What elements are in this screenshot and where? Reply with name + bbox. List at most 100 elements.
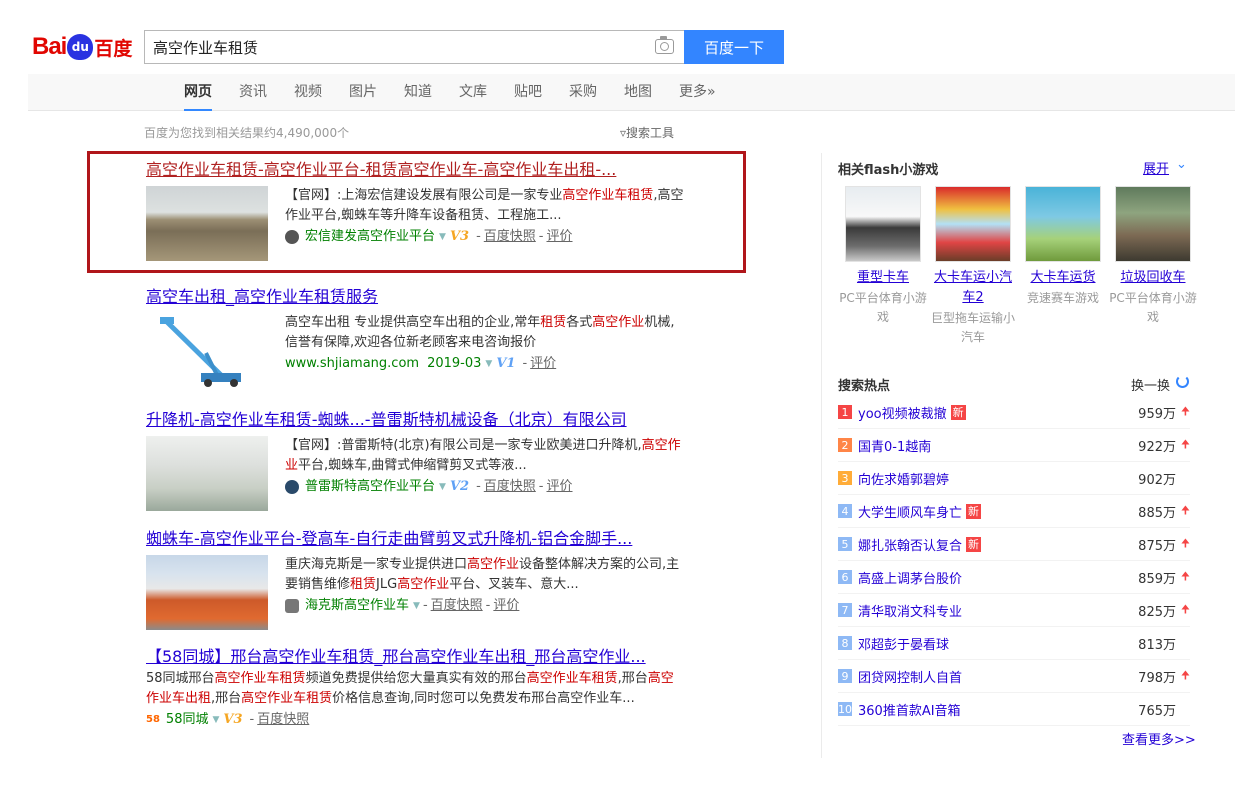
hot-title-text[interactable]: 邓超彭于晏看球 bbox=[858, 634, 949, 653]
hot-item[interactable]: 8 邓超彭于晏看球新 813万 🠉 bbox=[838, 627, 1190, 660]
hot-title-text[interactable]: 清华取消文科专业 bbox=[858, 601, 962, 620]
hot-item[interactable]: 7 清华取消文科专业新 825万 🠉 bbox=[838, 594, 1190, 627]
result-title-link[interactable]: 蜘蛛车-高空作业平台-登高车-自行走曲臂剪叉式升降机-铝合金脚手... bbox=[146, 529, 632, 548]
hot-item[interactable]: 1 yoo视频被裁撤新 959万 🠉 bbox=[838, 396, 1190, 429]
hot-title-text[interactable]: 国青0-1越南 bbox=[858, 436, 931, 455]
tab-wenku[interactable]: 文库 bbox=[459, 74, 487, 111]
hot-title-text[interactable]: 大学生顺风车身亡 bbox=[858, 502, 962, 521]
result-site[interactable]: 普雷斯特高空作业平台 bbox=[305, 477, 435, 497]
review-link[interactable]: 评价 bbox=[530, 354, 556, 374]
result-site[interactable]: www.shjiamang.com bbox=[285, 354, 419, 374]
game-image[interactable] bbox=[935, 186, 1011, 262]
site-icon bbox=[285, 230, 299, 244]
v-badge[interactable]: V3 bbox=[450, 227, 469, 247]
v-badge[interactable]: V2 bbox=[450, 477, 469, 497]
hot-title-text[interactable]: yoo视频被裁撤 bbox=[858, 403, 947, 422]
hot-title-link[interactable]: 360推首款AI音箱新 bbox=[858, 700, 1136, 719]
results-count: 百度为您找到相关结果约4,490,000个 bbox=[144, 126, 350, 140]
hot-title-link[interactable]: 清华取消文科专业新 bbox=[858, 601, 1136, 620]
result-title: 升降机-高空作业车租赁-蜘蛛...-普雷斯特机械设备（北京）有限公司 bbox=[146, 410, 686, 430]
game-name[interactable]: 大卡车运小汽车2 bbox=[928, 268, 1018, 308]
hot-title-text[interactable]: 团贷网控制人自首 bbox=[858, 667, 962, 686]
result-thumbnail[interactable] bbox=[146, 313, 268, 388]
hot-title-text[interactable]: 360推首款AI音箱 bbox=[858, 700, 961, 719]
hot-title-text[interactable]: 高盛上调茅台股价 bbox=[858, 568, 962, 587]
hot-title-link[interactable]: 娜扎张翰否认复合新 bbox=[858, 535, 1136, 554]
logo-paw-icon: du bbox=[67, 34, 94, 60]
tab-images[interactable]: 图片 bbox=[349, 74, 377, 111]
game-card[interactable]: 垃圾回收车 PC平台体育小游戏 bbox=[1108, 186, 1198, 347]
view-more-link[interactable]: 查看更多>> bbox=[1122, 729, 1196, 748]
game-image[interactable] bbox=[845, 186, 921, 262]
tab-news[interactable]: 资讯 bbox=[239, 74, 267, 111]
game-name[interactable]: 大卡车运货 bbox=[1018, 268, 1108, 288]
v-badge[interactable]: V1 bbox=[496, 354, 515, 374]
refresh-link[interactable]: 换一换 bbox=[1131, 375, 1170, 394]
camera-icon[interactable] bbox=[655, 36, 674, 54]
hot-title-link[interactable]: 高盛上调茅台股价新 bbox=[858, 568, 1136, 587]
result-title-link[interactable]: 高空作业车租赁-高空作业平台-租赁高空作业车-高空作业车出租-... bbox=[146, 160, 616, 179]
tab-map[interactable]: 地图 bbox=[624, 74, 652, 111]
game-name[interactable]: 垃圾回收车 bbox=[1108, 268, 1198, 288]
hot-item[interactable]: 9 团贷网控制人自首新 798万 🠉 bbox=[838, 660, 1190, 693]
hot-item[interactable]: 6 高盛上调茅台股价新 859万 🠉 bbox=[838, 561, 1190, 594]
chevron-down-icon[interactable]: ⌄ bbox=[1176, 157, 1187, 172]
expand-link[interactable]: 展开 bbox=[1143, 158, 1169, 177]
v-badge[interactable]: V3 bbox=[223, 710, 242, 730]
hot-item[interactable]: 4 大学生顺风车身亡新 885万 🠉 bbox=[838, 495, 1190, 528]
refresh-icon[interactable] bbox=[1176, 375, 1189, 388]
caret-down-icon[interactable]: ▼ bbox=[439, 227, 446, 247]
result-thumbnail[interactable] bbox=[146, 436, 268, 511]
hot-item[interactable]: 10 360推首款AI音箱新 765万 🠉 bbox=[838, 693, 1190, 726]
abstract-keyword: 高空作业 bbox=[592, 315, 645, 330]
hot-title-link[interactable]: 邓超彭于晏看球新 bbox=[858, 634, 1136, 653]
game-card[interactable]: 重型卡车 PC平台体育小游戏 bbox=[838, 186, 928, 347]
game-card[interactable]: 大卡车运小汽车2 巨型拖车运输小汽车 bbox=[928, 186, 1018, 347]
result-title-link[interactable]: 【58同城】邢台高空作业车租赁_邢台高空作业车出租_邢台高空作业... bbox=[146, 647, 646, 666]
tab-tieba[interactable]: 贴吧 bbox=[514, 74, 542, 111]
hot-item[interactable]: 2 国青0-1越南新 922万 🠉 bbox=[838, 429, 1190, 462]
hot-title-link[interactable]: 国青0-1越南新 bbox=[858, 436, 1136, 455]
tab-web[interactable]: 网页 bbox=[184, 74, 212, 111]
result-site[interactable]: 宏信建发高空作业平台 bbox=[305, 227, 435, 247]
search-tools[interactable]: ▿搜索工具 bbox=[620, 124, 674, 141]
snapshot-link[interactable]: 百度快照 bbox=[484, 227, 536, 247]
result-title-link[interactable]: 高空车出租_高空作业车租赁服务 bbox=[146, 287, 378, 306]
result-thumbnail[interactable] bbox=[146, 186, 268, 261]
hot-title-text[interactable]: 向佐求婚郭碧婷 bbox=[858, 469, 949, 488]
snapshot-link[interactable]: 百度快照 bbox=[257, 710, 309, 730]
rank-badge: 9 bbox=[838, 669, 852, 683]
hot-title-link[interactable]: 向佐求婚郭碧婷新 bbox=[858, 469, 1136, 488]
caret-down-icon[interactable]: ▼ bbox=[439, 477, 446, 497]
search-input[interactable] bbox=[145, 31, 635, 63]
abstract-text: 平台、叉装车、意大... bbox=[449, 577, 579, 592]
game-name[interactable]: 重型卡车 bbox=[838, 268, 928, 288]
game-image[interactable] bbox=[1025, 186, 1101, 262]
hot-title-link[interactable]: 团贷网控制人自首新 bbox=[858, 667, 1136, 686]
review-link[interactable]: 评价 bbox=[547, 477, 573, 497]
hot-title-text[interactable]: 娜扎张翰否认复合 bbox=[858, 535, 962, 554]
review-link[interactable]: 评价 bbox=[493, 596, 519, 616]
result-site[interactable]: 58同城 bbox=[166, 710, 209, 730]
tab-more[interactable]: 更多» bbox=[679, 74, 716, 111]
hot-title-link[interactable]: 大学生顺风车身亡新 bbox=[858, 502, 1136, 521]
result-site[interactable]: 海克斯高空作业车 bbox=[305, 596, 409, 616]
baidu-logo[interactable]: Bai du 百度 bbox=[32, 29, 136, 65]
tab-caigou[interactable]: 采购 bbox=[569, 74, 597, 111]
hot-item[interactable]: 5 娜扎张翰否认复合新 875万 🠉 bbox=[838, 528, 1190, 561]
review-link[interactable]: 评价 bbox=[547, 227, 573, 247]
caret-down-icon[interactable]: ▼ bbox=[485, 354, 492, 374]
hot-title-link[interactable]: yoo视频被裁撤新 bbox=[858, 403, 1136, 422]
result-title-link[interactable]: 升降机-高空作业车租赁-蜘蛛...-普雷斯特机械设备（北京）有限公司 bbox=[146, 410, 627, 429]
game-image[interactable] bbox=[1115, 186, 1191, 262]
search-button[interactable]: 百度一下 bbox=[684, 30, 784, 64]
result-thumbnail[interactable] bbox=[146, 555, 268, 630]
snapshot-link[interactable]: 百度快照 bbox=[431, 596, 483, 616]
tab-video[interactable]: 视频 bbox=[294, 74, 322, 111]
tab-zhidao[interactable]: 知道 bbox=[404, 74, 432, 111]
game-card[interactable]: 大卡车运货 竞速赛车游戏 bbox=[1018, 186, 1108, 347]
caret-down-icon[interactable]: ▼ bbox=[212, 710, 219, 730]
hot-item[interactable]: 3 向佐求婚郭碧婷新 902万 🠉 bbox=[838, 462, 1190, 495]
caret-down-icon[interactable]: ▼ bbox=[413, 596, 420, 616]
snapshot-link[interactable]: 百度快照 bbox=[484, 477, 536, 497]
